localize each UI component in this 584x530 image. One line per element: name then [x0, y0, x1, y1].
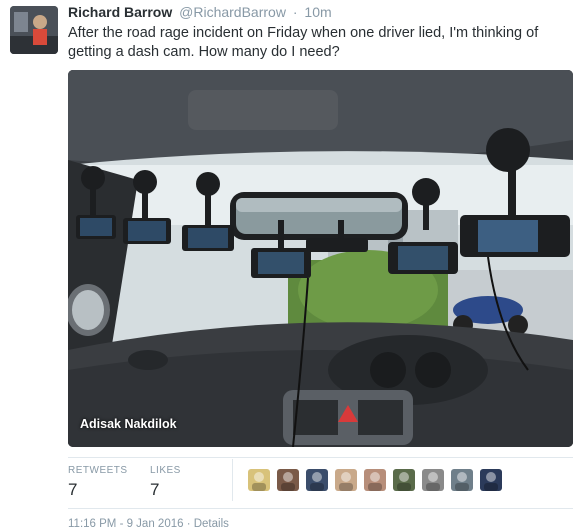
timestamp[interactable]: 10m — [304, 4, 331, 20]
liker-avatar[interactable] — [364, 469, 386, 491]
liker-avatar[interactable] — [277, 469, 299, 491]
likes-stat[interactable]: LIKES 7 — [150, 465, 181, 500]
liker-avatar[interactable] — [248, 469, 270, 491]
liker-avatar[interactable] — [335, 469, 357, 491]
author-handle[interactable]: @RichardBarrow — [179, 4, 286, 20]
author-avatar[interactable] — [10, 6, 58, 54]
tweet-footer: 11:16 PM - 9 Jan 2016 · Details — [68, 518, 229, 530]
tweet-header: Richard Barrow @RichardBarrow · 10m — [68, 4, 332, 20]
stats-divider — [232, 459, 233, 501]
separator-dot: · — [292, 4, 298, 20]
liker-avatar[interactable] — [422, 469, 444, 491]
tweet-photo[interactable]: Adisak Nakdilok — [68, 70, 573, 447]
likes-label: LIKES — [150, 465, 181, 476]
liker-avatar[interactable] — [451, 469, 473, 491]
liker-avatar[interactable] — [393, 469, 415, 491]
liker-avatar[interactable] — [306, 469, 328, 491]
avatar-image — [10, 6, 58, 54]
tweet-text: After the road rage incident on Friday w… — [68, 25, 539, 60]
likes-count: 7 — [150, 480, 160, 499]
dashcam-photo-illustration — [68, 70, 573, 447]
divider — [68, 457, 573, 458]
author-name[interactable]: Richard Barrow — [68, 4, 172, 20]
photo-credit: Adisak Nakdilok — [80, 417, 177, 431]
divider — [68, 508, 573, 509]
retweets-stat[interactable]: RETWEETS 7 — [68, 465, 128, 500]
retweets-label: RETWEETS — [68, 465, 128, 476]
liker-avatar[interactable] — [480, 469, 502, 491]
retweets-count: 7 — [68, 480, 78, 499]
